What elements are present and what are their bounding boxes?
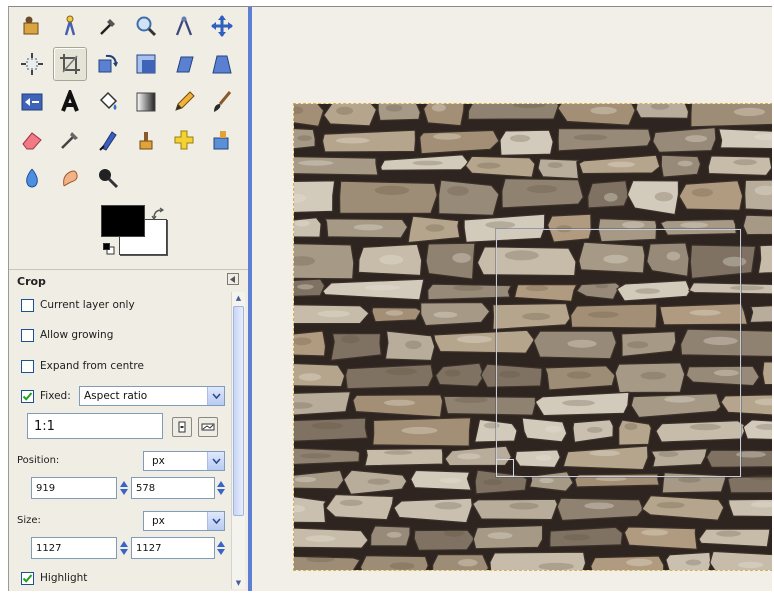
fuzzy-select-icon[interactable] (53, 9, 87, 43)
image-canvas-area[interactable] (252, 7, 772, 591)
expand-from-centre-option[interactable]: Expand from centre (21, 357, 144, 375)
shear-icon[interactable] (167, 47, 201, 81)
blend-icon[interactable] (129, 85, 163, 119)
portrait-icon (178, 421, 186, 433)
perspective-icon[interactable] (205, 47, 239, 81)
size-label: Size: (17, 515, 41, 526)
zoom-icon[interactable] (129, 9, 163, 43)
dodge-burn-icon[interactable] (91, 161, 125, 195)
position-y-input[interactable]: 578 (131, 477, 215, 499)
rotate-icon[interactable] (91, 47, 125, 81)
gimp-window: Crop ▲ ▼ Current layer only Allow growin… (8, 6, 772, 591)
chevron-down-icon[interactable] (207, 512, 224, 530)
swap-colors-icon[interactable] (151, 207, 165, 221)
position-x-value: 919 (36, 482, 56, 494)
heal-icon[interactable] (167, 123, 201, 157)
current-layer-only-option[interactable]: Current layer only (21, 296, 135, 314)
size-unit-select[interactable]: px (143, 511, 225, 531)
check-mark-icon (22, 573, 33, 583)
position-y-value: 578 (136, 482, 156, 494)
image-frame[interactable] (293, 103, 772, 571)
bucket-fill-icon[interactable] (91, 85, 125, 119)
toolbox-panel: Crop ▲ ▼ Current layer only Allow growin… (9, 7, 252, 591)
color-picker-icon[interactable] (91, 9, 125, 43)
position-label: Position: (17, 455, 60, 466)
crop-icon[interactable] (53, 47, 87, 81)
eraser-icon[interactable] (15, 123, 49, 157)
options-menu-icon[interactable] (227, 273, 239, 285)
paintbrush-icon[interactable] (205, 85, 239, 119)
move-icon[interactable] (205, 9, 239, 43)
position-x-spinner[interactable] (118, 477, 130, 499)
position-x-input[interactable]: 919 (31, 477, 117, 499)
clone-icon[interactable] (129, 123, 163, 157)
portrait-button[interactable] (172, 417, 192, 437)
size-height-input[interactable]: 1127 (131, 537, 215, 559)
crop-corner-handle[interactable] (496, 459, 514, 477)
check-mark-icon (22, 391, 33, 401)
scroll-down-icon[interactable]: ▼ (233, 578, 244, 588)
fixed-option[interactable]: Fixed: (21, 387, 71, 405)
aspect-ratio-input[interactable]: 1:1 (27, 413, 163, 439)
scroll-up-icon[interactable]: ▲ (233, 293, 244, 303)
highlight-checkbox[interactable] (21, 571, 34, 585)
pencil-icon[interactable] (167, 85, 201, 119)
fixed-mode-value: Aspect ratio (84, 390, 148, 402)
blur-sharpen-icon[interactable] (15, 161, 49, 195)
current-layer-only-label: Current layer only (40, 299, 135, 311)
scale-icon[interactable] (129, 47, 163, 81)
aspect-ratio-value: 1:1 (34, 418, 55, 434)
color-swatches (101, 205, 171, 265)
size-width-spinner[interactable] (118, 537, 130, 559)
position-y-spinner[interactable] (215, 477, 227, 499)
measure-icon[interactable] (167, 9, 201, 43)
size-height-value: 1127 (136, 542, 162, 554)
size-unit-value: px (152, 515, 165, 527)
options-separator (9, 269, 248, 270)
allow-growing-option[interactable]: Allow growing (21, 326, 113, 344)
expand-from-centre-checkbox[interactable] (21, 359, 34, 373)
expand-from-centre-label: Expand from centre (40, 360, 144, 372)
allow-growing-checkbox[interactable] (21, 328, 34, 342)
position-unit-select[interactable]: px (143, 451, 225, 471)
scroll-thumb[interactable] (233, 306, 244, 516)
tool-grid (15, 9, 245, 199)
ink-icon[interactable] (91, 123, 125, 157)
highlight-label: Highlight (40, 572, 88, 584)
options-scrollbar[interactable]: ▲ ▼ (231, 292, 245, 589)
landscape-icon (201, 423, 215, 431)
text-icon[interactable] (53, 85, 87, 119)
flip-icon[interactable] (15, 85, 49, 119)
fixed-label: Fixed: (40, 390, 71, 402)
current-layer-only-checkbox[interactable] (21, 298, 34, 312)
smudge-icon[interactable] (53, 161, 87, 195)
airbrush-icon[interactable] (53, 123, 87, 157)
fixed-checkbox[interactable] (21, 389, 34, 403)
chevron-down-icon[interactable] (207, 387, 224, 405)
size-width-input[interactable]: 1127 (31, 537, 117, 559)
landscape-button[interactable] (198, 417, 218, 437)
reset-colors-icon[interactable] (103, 243, 115, 255)
fixed-mode-select[interactable]: Aspect ratio (79, 386, 225, 406)
highlight-option[interactable]: Highlight (21, 569, 87, 587)
chevron-down-icon[interactable] (207, 452, 224, 470)
size-height-spinner[interactable] (215, 537, 227, 559)
perspective-clone-icon[interactable] (205, 123, 239, 157)
allow-growing-label: Allow growing (40, 329, 114, 341)
size-width-value: 1127 (36, 542, 62, 554)
crop-selection-rectangle[interactable] (496, 229, 741, 477)
position-unit-value: px (152, 455, 165, 467)
align-icon[interactable] (15, 47, 49, 81)
foreground-color-swatch[interactable] (101, 205, 145, 237)
rect-select-icon[interactable] (15, 9, 49, 43)
tool-options-title: Crop (17, 275, 46, 288)
